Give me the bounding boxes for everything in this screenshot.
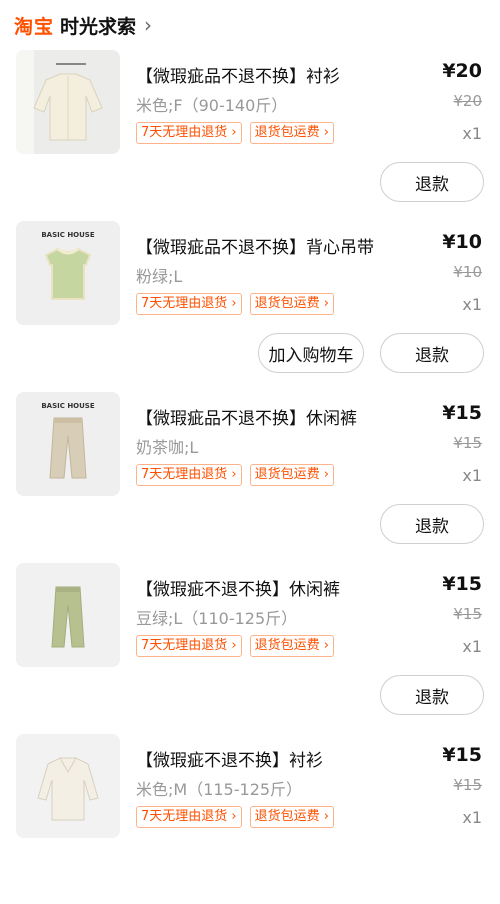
tag-7day-return[interactable]: 7天无理由退货 › [136,464,242,486]
item-price: ¥15 [442,573,482,595]
tag-return-freight[interactable]: 退货包运费 › [249,293,334,315]
product-image[interactable]: BASIC HOUSE [16,392,120,496]
refund-button[interactable]: 退款 [380,162,484,202]
item-quantity: x1 [462,295,482,314]
original-price: ¥15 [453,605,482,623]
refund-button[interactable]: 退款 [380,333,484,373]
tag-return-freight[interactable]: 退货包运费 › [249,635,334,657]
item-quantity: x1 [462,466,482,485]
item-title[interactable]: 【微瑕疵品不退不换】衬衫 [136,62,340,87]
add-to-cart-button[interactable]: 加入购物车 [258,333,364,373]
item-title[interactable]: 【微瑕疵品不退不换】休闲裤 [136,404,357,429]
item-title[interactable]: 【微瑕疵品不退不换】背心吊带 [136,233,374,258]
tag-return-freight[interactable]: 退货包运费 › [249,464,334,486]
product-image[interactable] [16,734,120,838]
item-quantity: x1 [462,124,482,143]
item-quantity: x1 [462,808,482,827]
chevron-right-icon: › [144,13,153,37]
tag-return-freight[interactable]: 退货包运费 › [249,122,334,144]
thumb-brand-text: BASIC HOUSE [41,402,95,410]
original-price: ¥20 [453,92,482,110]
original-price: ¥15 [453,434,482,452]
original-price: ¥10 [453,263,482,281]
item-title[interactable]: 【微瑕疵不退不换】衬衫 [136,746,323,771]
item-price: ¥20 [442,60,482,82]
item-price: ¥10 [442,231,482,253]
product-image[interactable] [16,50,120,154]
tag-7day-return[interactable]: 7天无理由退货 › [136,806,242,828]
item-attributes: 豆绿;L（110-125斤） [136,609,298,628]
item-quantity: x1 [462,637,482,656]
item-attributes: 米色;F（90-140斤） [136,96,288,115]
tag-return-freight[interactable]: 退货包运费 › [249,806,334,828]
product-image[interactable] [16,563,120,667]
tag-7day-return[interactable]: 7天无理由退货 › [136,293,242,315]
product-image[interactable]: BASIC HOUSE [16,221,120,325]
order-item[interactable]: 【微瑕疵不退不换】休闲裤 ¥15 豆绿;L（110-125斤） ¥15 7天无理… [0,563,500,733]
tag-7day-return[interactable]: 7天无理由退货 › [136,635,242,657]
item-attributes: 粉绿;L [136,267,183,286]
item-price: ¥15 [442,744,482,766]
order-item[interactable]: 【微瑕疵不退不换】衬衫 ¥15 米色;M（115-125斤） ¥15 7天无理由… [0,734,500,904]
order-item[interactable]: BASIC HOUSE 【微瑕疵品不退不换】休闲裤 ¥15 奶茶咖;L ¥15 … [0,392,500,562]
shop-header[interactable]: 淘宝 时光求索 › [14,10,152,40]
item-price: ¥15 [442,402,482,424]
order-item[interactable]: 【微瑕疵品不退不换】衬衫 ¥20 米色;F（90-140斤） ¥20 7天无理由… [0,50,500,220]
item-attributes: 米色;M（115-125斤） [136,780,303,799]
refund-button[interactable]: 退款 [380,675,484,715]
refund-button[interactable]: 退款 [380,504,484,544]
order-item[interactable]: BASIC HOUSE 【微瑕疵品不退不换】背心吊带 ¥10 粉绿;L ¥10 … [0,221,500,391]
item-attributes: 奶茶咖;L [136,438,199,457]
item-title[interactable]: 【微瑕疵不退不换】休闲裤 [136,575,340,600]
shop-name[interactable]: 时光求索 [60,12,136,39]
tag-7day-return[interactable]: 7天无理由退货 › [136,122,242,144]
thumb-brand-text: BASIC HOUSE [41,231,95,239]
original-price: ¥15 [453,776,482,794]
taobao-logo: 淘宝 [14,15,55,38]
